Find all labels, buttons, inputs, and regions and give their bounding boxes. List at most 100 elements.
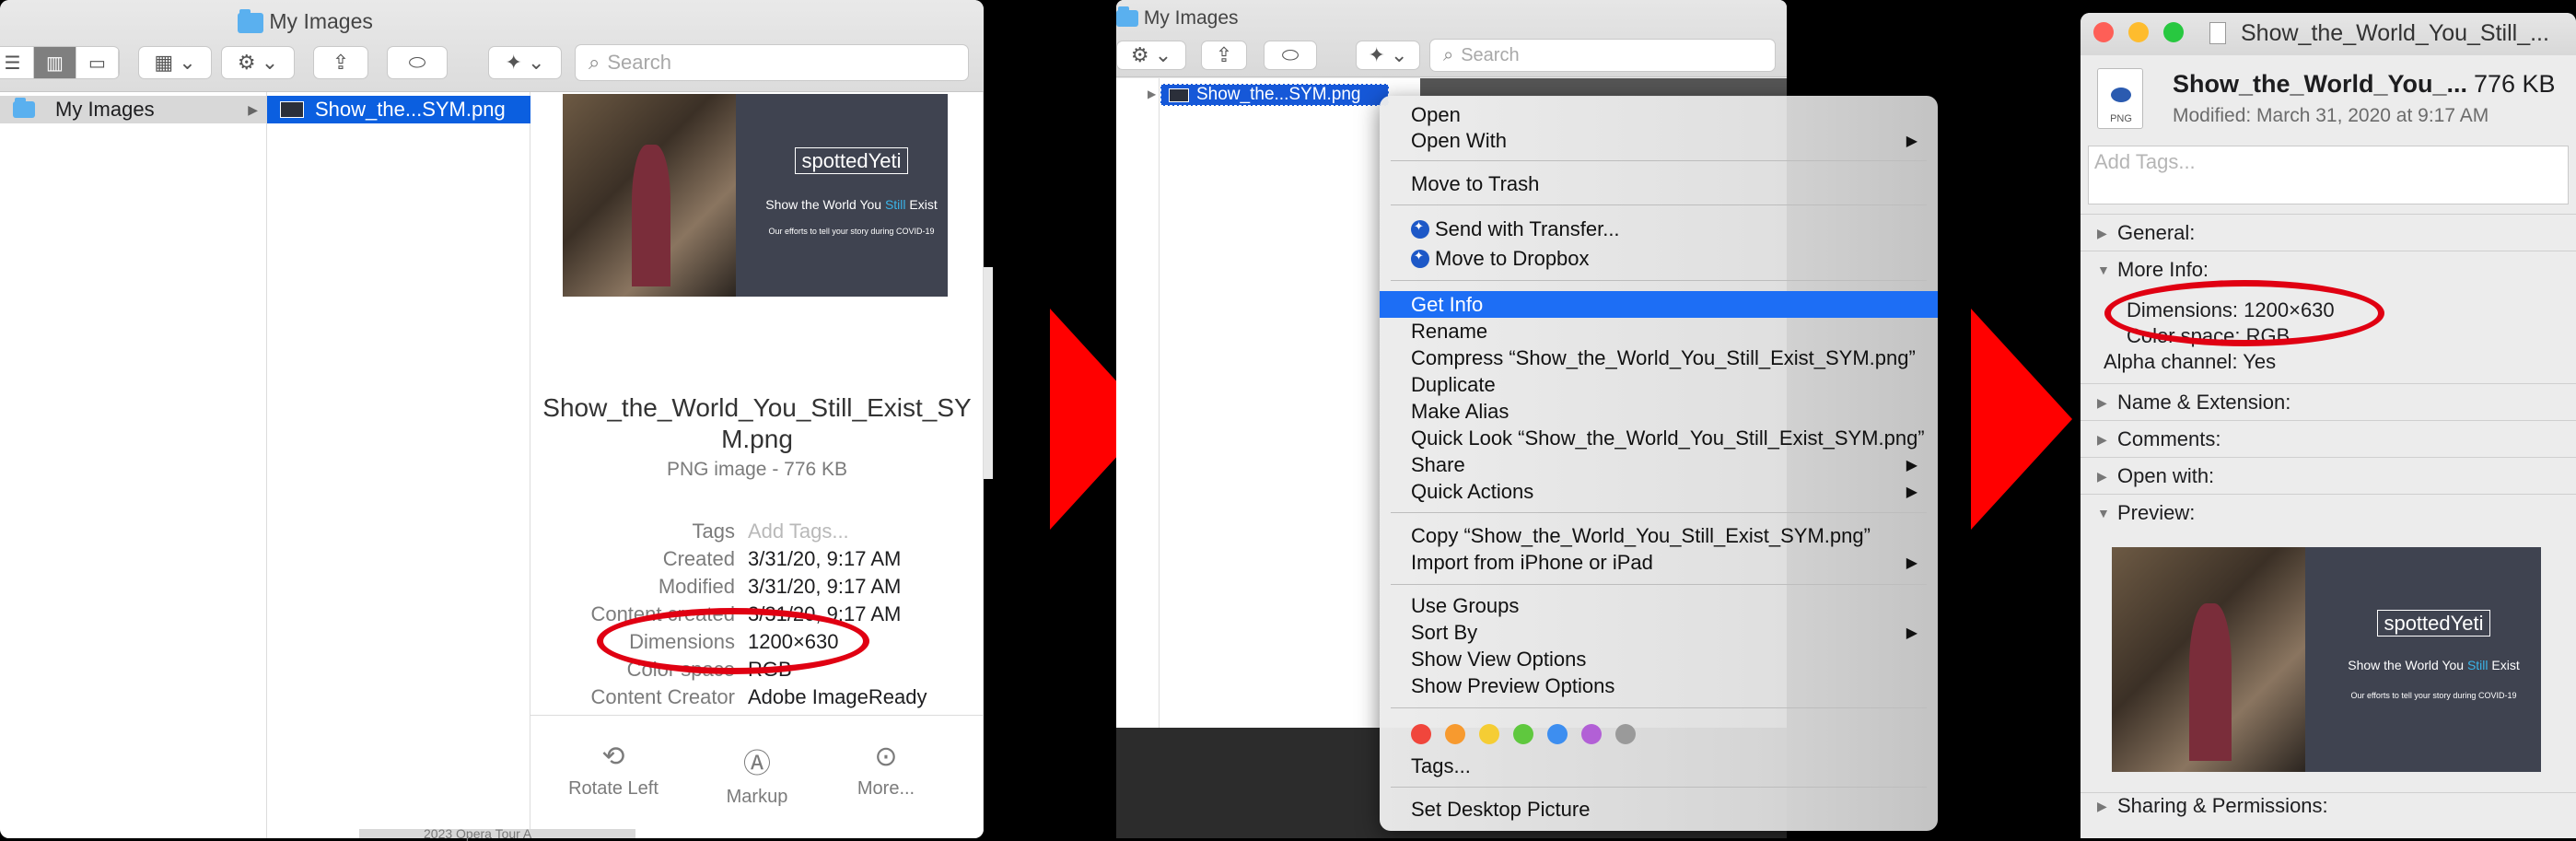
tag-color-blue[interactable] (1547, 724, 1568, 744)
file-icon-label: PNG (2110, 113, 2132, 124)
file-row-selected-2[interactable]: Show_the...SYM.png (1160, 84, 1389, 106)
section-more-info[interactable]: ▼ More Info: (2097, 258, 2209, 282)
menu-item-copy[interactable]: Copy “Show_the_World_You_Still_Exist_SYM… (1380, 522, 1938, 549)
tag-button[interactable]: ⬭ (387, 46, 448, 79)
close-button[interactable] (2093, 22, 2114, 42)
view-mode-segment[interactable]: ☰ ▥ ▭ (0, 46, 120, 79)
menu-label: Quick Look “Show_the_World_You_Still_Exi… (1411, 426, 1925, 450)
section-sharing-permissions[interactable]: ▶ Sharing & Permissions: (2097, 794, 2328, 818)
minimize-button[interactable] (2128, 22, 2149, 42)
menu-item-import-from-iphone[interactable]: Import from iPhone or iPad ▶ (1380, 549, 1938, 576)
search-input-2[interactable]: ⌕ Search (1429, 39, 1776, 72)
menu-item-show-preview-options[interactable]: Show Preview Options (1380, 672, 1938, 699)
menu-label: Quick Actions (1411, 479, 1534, 503)
dropbox-button[interactable]: ✦ ⌄ (488, 46, 562, 79)
menu-separator (1391, 584, 1927, 585)
disclosure-down-icon: ▼ (2097, 263, 2110, 277)
image-file-icon (280, 101, 304, 118)
info-titlebar: Show_the_World_You_Still_... (2081, 13, 2576, 55)
zoom-button[interactable] (2163, 22, 2184, 42)
menu-separator (1391, 787, 1927, 788)
tag-color-gray[interactable] (1615, 724, 1636, 744)
folder-row[interactable]: My Images ▶ (0, 96, 267, 123)
folder-icon (238, 8, 263, 33)
menu-item-open-with[interactable]: Open With ▶ (1380, 127, 1938, 154)
info-label: Created (662, 547, 735, 570)
disclosure-right-icon: ▶ (2097, 431, 2107, 447)
preview-thumbnail[interactable]: spottedYeti Show the World You Still Exi… (563, 94, 948, 297)
submenu-arrow-icon: ▶ (1906, 484, 1917, 500)
gear-icon: ⚙ ⌄ (237, 51, 279, 74)
disclosure-right-icon: ▶ (2097, 394, 2107, 410)
menu-item-quick-look[interactable]: Quick Look “Show_the_World_You_Still_Exi… (1380, 425, 1938, 451)
gear-icon: ⚙ ⌄ (1130, 43, 1172, 66)
rotate-left-icon: ⟲ (601, 742, 625, 772)
tag-color-orange[interactable] (1445, 724, 1465, 744)
dropbox-icon (1411, 249, 1429, 268)
menu-label: Set Desktop Picture (1411, 797, 1591, 821)
menu-item-open[interactable]: Open (1380, 101, 1938, 128)
preview-tagline: Our efforts to tell your story during CO… (768, 227, 935, 236)
search-placeholder-2: Search (1461, 44, 1520, 65)
menu-item-compress[interactable]: Compress “Show_the_World_You_Still_Exist… (1380, 345, 1938, 371)
share-button-2[interactable]: ⇪ (1201, 41, 1247, 70)
menu-item-use-groups[interactable]: Use Groups (1380, 592, 1938, 619)
menu-item-show-view-options[interactable]: Show View Options (1380, 646, 1938, 672)
file-row-selected[interactable]: Show_the...SYM.png (267, 96, 530, 123)
window-title-2-text: My Images (1143, 7, 1239, 29)
section-name-extension[interactable]: ▶ Name & Extension: (2097, 391, 2290, 415)
annotation-oval (2104, 280, 2384, 346)
search-input[interactable]: ⌕ Search (575, 44, 969, 81)
menu-separator (1391, 280, 1927, 281)
section-preview[interactable]: ▼ Preview: (2097, 501, 2195, 525)
add-tags-field[interactable]: Add Tags... (748, 520, 849, 543)
menu-item-get-info[interactable]: Get Info (1380, 291, 1938, 318)
menu-item-duplicate[interactable]: Duplicate (1380, 371, 1938, 398)
menu-item-make-alias[interactable]: Make Alias (1380, 398, 1938, 425)
group-button[interactable]: ▦ ⌄ (138, 46, 212, 79)
menu-item-share[interactable]: Share ▶ (1380, 451, 1938, 478)
tag-color-green[interactable] (1513, 724, 1533, 744)
menu-label: Open (1411, 102, 1461, 126)
menu-item-move-to-trash[interactable]: Move to Trash (1380, 170, 1938, 197)
background-window-text: 2023 Opera Tour A (424, 826, 532, 841)
share-button[interactable]: ⇪ (313, 46, 368, 79)
gallery-view-icon[interactable]: ▭ (76, 47, 119, 78)
dropbox-button-2[interactable]: ✦ ⌄ (1356, 41, 1420, 70)
tag-button-2[interactable]: ⬭ (1264, 41, 1317, 70)
finder-toolbar-2: My Images ⚙ ⌄ ⇪ ⬭ ✦ ⌄ ⌕ Search (1116, 0, 1787, 77)
rotate-left-button[interactable]: ⟲ Rotate Left (549, 741, 678, 800)
menu-item-send-with-transfer[interactable]: Send with Transfer... (1380, 216, 1938, 242)
section-general[interactable]: ▶ General: (2097, 221, 2195, 245)
markup-button[interactable]: Ⓐ Markup (693, 741, 822, 808)
arrow-right-icon (1971, 309, 2072, 530)
menu-item-rename[interactable]: Rename (1380, 318, 1938, 345)
list-view-icon[interactable]: ☰ (0, 47, 34, 78)
menu-item-quick-actions[interactable]: Quick Actions ▶ (1380, 478, 1938, 505)
file-row-label: Show_the...SYM.png (315, 98, 506, 121)
menu-item-tags[interactable]: Tags... (1380, 753, 1938, 779)
tag-color-red[interactable] (1411, 724, 1431, 744)
menu-label: Show View Options (1411, 647, 1587, 671)
share-icon: ⇪ (1215, 43, 1233, 66)
info-value: 3/31/20, 9:17 AM (748, 575, 902, 598)
disclosure-down-icon: ▼ (2097, 506, 2110, 520)
tag-color-yellow[interactable] (1479, 724, 1499, 744)
section-comments[interactable]: ▶ Comments: (2097, 427, 2220, 451)
preview-headline-c: Exist (905, 197, 938, 212)
menu-item-sort-by[interactable]: Sort By ▶ (1380, 619, 1938, 646)
tags-field[interactable]: Add Tags... (2088, 146, 2569, 204)
action-button-2[interactable]: ⚙ ⌄ (1116, 41, 1186, 70)
section-open-with[interactable]: ▶ Open with: (2097, 464, 2214, 488)
tag-color-purple[interactable] (1581, 724, 1602, 744)
divider (2081, 792, 2576, 793)
more-button[interactable]: ⊙ More... (822, 741, 950, 800)
tag-icon: ⬭ (1281, 43, 1300, 66)
file-row-label-2: Show_the...SYM.png (1196, 85, 1361, 104)
action-button[interactable]: ⚙ ⌄ (221, 46, 295, 79)
menu-item-move-to-dropbox[interactable]: Move to Dropbox (1380, 245, 1938, 272)
info-label: Tags (692, 520, 735, 543)
menu-item-set-desktop-picture[interactable]: Set Desktop Picture (1380, 796, 1938, 823)
column-view-icon[interactable]: ▥ (34, 47, 76, 78)
info-window-title: Show_the_World_You_Still_... (2241, 20, 2549, 46)
